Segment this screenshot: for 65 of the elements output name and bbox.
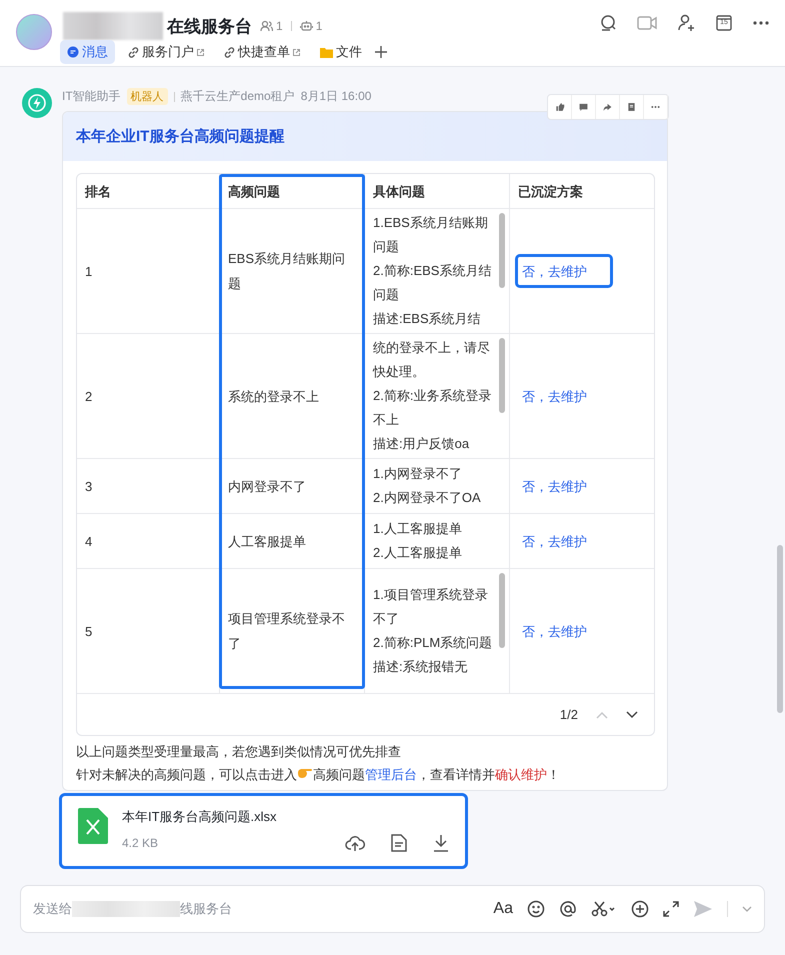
- sender-name[interactable]: IT智能助手: [62, 88, 121, 105]
- issue-cell-text: 内网登录不了: [228, 478, 306, 496]
- file-name: 本年IT服务台高频问题.xlsx: [122, 808, 278, 826]
- maintain-link[interactable]: 否，去维护: [518, 614, 591, 648]
- robot-icon[interactable]: [300, 20, 313, 32]
- chat-title: 在线服务台: [167, 16, 252, 38]
- message-time: 8月1日 16:00: [300, 88, 372, 105]
- file-card[interactable]: 本年IT服务台高频问题.xlsx 4.2 KB: [62, 796, 465, 866]
- spreadsheet-file-icon: [78, 808, 108, 844]
- column-header: 高频问题: [228, 182, 280, 200]
- member-count: 1: [276, 19, 283, 33]
- issue-cell-text: 系统的登录不上: [228, 388, 319, 406]
- issue-cell-text: 项目管理系统登录不了: [228, 610, 346, 653]
- more-icon[interactable]: [753, 21, 769, 25]
- admin-link[interactable]: 管理后台: [365, 767, 417, 782]
- tab[interactable]: 服务门户: [121, 40, 211, 64]
- rank-cell-text: 1: [85, 262, 92, 280]
- details-cell-text: 1.项目管理系统登录不了 2.简称:PLM系统问题 描述:系统报错无: [373, 586, 494, 676]
- search-icon[interactable]: [599, 14, 617, 32]
- issue-cell-text: EBS系统月结账期问题: [228, 250, 346, 293]
- members-icon[interactable]: [260, 20, 273, 32]
- details-cell-text: 1.EBS系统月结账期问题 2.简称:EBS系统月结问题 描述:EBS系统月结: [373, 214, 492, 328]
- column-header: 排名: [85, 182, 111, 200]
- note-text: 针对未解决的高频问题，可以点击进入 高频问题管理后台，查看详情并确认维护！: [76, 765, 561, 784]
- scroll-thumb[interactable]: [499, 338, 505, 413]
- rank-cell-text: 2: [85, 388, 92, 406]
- tab[interactable]: 快捷查单: [217, 40, 307, 64]
- cloud-upload-icon[interactable]: [345, 834, 365, 852]
- details-cell-text: 1.人工客服提单 2.人工客服提单: [373, 520, 463, 562]
- download-icon[interactable]: [433, 834, 449, 852]
- chat-bubble-icon: [67, 46, 79, 58]
- column-header: 已沉淀方案: [518, 182, 583, 200]
- maintain-link[interactable]: 否，去维护: [518, 257, 610, 285]
- page-indicator: 1/2: [560, 707, 578, 722]
- scroll-thumb[interactable]: [499, 213, 505, 288]
- details-cell-text: 1.内网登录不了 2.内网登录不了OA: [373, 465, 482, 507]
- maintain-link[interactable]: 否，去维护: [518, 524, 591, 558]
- add-tab-icon[interactable]: [375, 46, 387, 58]
- folder-icon: [320, 46, 333, 58]
- note-text: 以上问题类型受理量最高，若您遇到类似情况可优先排查: [76, 743, 402, 761]
- scroll-thumb[interactable]: [499, 573, 505, 648]
- chevron-down-icon[interactable]: [626, 710, 638, 718]
- rank-cell-text: 5: [85, 622, 92, 640]
- add-person-icon[interactable]: [677, 14, 695, 32]
- external-link-icon: [293, 48, 300, 56]
- rank-cell-text: 3: [85, 478, 92, 496]
- org-name: 燕千云生产demo租户: [180, 88, 295, 105]
- pointing-hand-icon: [297, 766, 313, 779]
- link-icon: [128, 46, 139, 58]
- column-header: 具体问题: [373, 182, 425, 200]
- external-link-icon: [197, 48, 204, 56]
- rank-cell-text: 4: [85, 532, 92, 550]
- maintain-link[interactable]: 否，去维护: [518, 470, 591, 502]
- file-size: 4.2 KB: [122, 836, 160, 850]
- bot-count: 1: [316, 19, 322, 33]
- scrollbar[interactable]: [777, 545, 783, 713]
- tab[interactable]: 文件: [313, 40, 369, 64]
- document-icon[interactable]: [391, 834, 407, 852]
- link-icon: [224, 46, 235, 58]
- tab[interactable]: 消息: [60, 40, 115, 64]
- issue-cell-text: 人工客服提单: [228, 532, 306, 550]
- bot-tag: 机器人: [126, 88, 168, 105]
- maintain-link[interactable]: 否，去维护: [518, 380, 591, 412]
- card-title: 本年企业IT服务台高频问题提醒: [76, 127, 284, 146]
- details-cell-text: 统的登录不上，请尽快处理。 2.简称:业务系统登录不上 描述:用户反馈oa: [373, 339, 492, 453]
